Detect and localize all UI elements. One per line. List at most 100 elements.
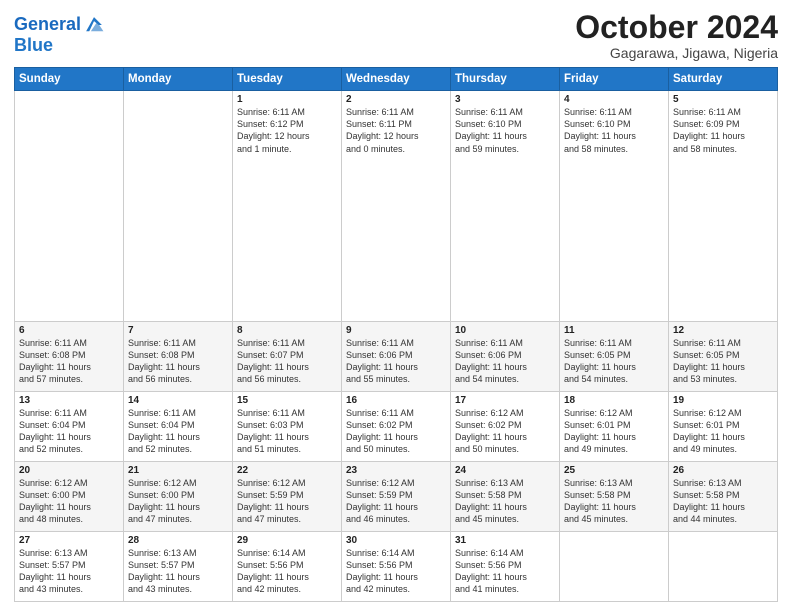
- day-number: 14: [128, 395, 228, 406]
- day-cell: 2Sunrise: 6:11 AM Sunset: 6:11 PM Daylig…: [342, 91, 451, 322]
- day-cell: 15Sunrise: 6:11 AM Sunset: 6:03 PM Dayli…: [233, 392, 342, 462]
- week-row-4: 20Sunrise: 6:12 AM Sunset: 6:00 PM Dayli…: [15, 462, 778, 532]
- day-number: 17: [455, 395, 555, 406]
- week-row-5: 27Sunrise: 6:13 AM Sunset: 5:57 PM Dayli…: [15, 532, 778, 602]
- day-number: 16: [346, 395, 446, 406]
- day-number: 5: [673, 94, 773, 105]
- day-cell: 20Sunrise: 6:12 AM Sunset: 6:00 PM Dayli…: [15, 462, 124, 532]
- day-number: 28: [128, 535, 228, 546]
- day-cell: 23Sunrise: 6:12 AM Sunset: 5:59 PM Dayli…: [342, 462, 451, 532]
- day-number: 18: [564, 395, 664, 406]
- day-cell: [560, 532, 669, 602]
- day-cell: 22Sunrise: 6:12 AM Sunset: 5:59 PM Dayli…: [233, 462, 342, 532]
- week-row-2: 6Sunrise: 6:11 AM Sunset: 6:08 PM Daylig…: [15, 322, 778, 392]
- day-number: 27: [19, 535, 119, 546]
- logo-blue-text: Blue: [14, 36, 105, 54]
- logo-icon: [83, 14, 105, 36]
- day-number: 9: [346, 325, 446, 336]
- logo: General Blue: [14, 14, 105, 54]
- day-info: Sunrise: 6:12 AM Sunset: 6:00 PM Dayligh…: [19, 477, 119, 526]
- day-cell: 17Sunrise: 6:12 AM Sunset: 6:02 PM Dayli…: [451, 392, 560, 462]
- day-number: 25: [564, 465, 664, 476]
- day-number: 2: [346, 94, 446, 105]
- day-number: 19: [673, 395, 773, 406]
- header: General Blue October 2024 Gagarawa, Jiga…: [14, 10, 778, 61]
- day-number: 15: [237, 395, 337, 406]
- day-number: 1: [237, 94, 337, 105]
- day-cell: 13Sunrise: 6:11 AM Sunset: 6:04 PM Dayli…: [15, 392, 124, 462]
- day-info: Sunrise: 6:14 AM Sunset: 5:56 PM Dayligh…: [346, 547, 446, 596]
- day-number: 11: [564, 325, 664, 336]
- day-info: Sunrise: 6:11 AM Sunset: 6:09 PM Dayligh…: [673, 106, 773, 155]
- day-cell: 12Sunrise: 6:11 AM Sunset: 6:05 PM Dayli…: [669, 322, 778, 392]
- day-cell: 14Sunrise: 6:11 AM Sunset: 6:04 PM Dayli…: [124, 392, 233, 462]
- day-info: Sunrise: 6:11 AM Sunset: 6:04 PM Dayligh…: [19, 407, 119, 456]
- day-info: Sunrise: 6:13 AM Sunset: 5:58 PM Dayligh…: [564, 477, 664, 526]
- day-info: Sunrise: 6:11 AM Sunset: 6:06 PM Dayligh…: [455, 337, 555, 386]
- day-info: Sunrise: 6:11 AM Sunset: 6:05 PM Dayligh…: [564, 337, 664, 386]
- day-info: Sunrise: 6:11 AM Sunset: 6:11 PM Dayligh…: [346, 106, 446, 155]
- weekday-header-wednesday: Wednesday: [342, 68, 451, 91]
- day-info: Sunrise: 6:12 AM Sunset: 6:01 PM Dayligh…: [564, 407, 664, 456]
- day-cell: 11Sunrise: 6:11 AM Sunset: 6:05 PM Dayli…: [560, 322, 669, 392]
- location-subtitle: Gagarawa, Jigawa, Nigeria: [575, 45, 778, 61]
- day-number: 3: [455, 94, 555, 105]
- weekday-header-thursday: Thursday: [451, 68, 560, 91]
- week-row-1: 1Sunrise: 6:11 AM Sunset: 6:12 PM Daylig…: [15, 91, 778, 322]
- day-info: Sunrise: 6:12 AM Sunset: 5:59 PM Dayligh…: [237, 477, 337, 526]
- weekday-header-row: SundayMondayTuesdayWednesdayThursdayFrid…: [15, 68, 778, 91]
- day-info: Sunrise: 6:13 AM Sunset: 5:57 PM Dayligh…: [19, 547, 119, 596]
- day-info: Sunrise: 6:14 AM Sunset: 5:56 PM Dayligh…: [237, 547, 337, 596]
- day-cell: 16Sunrise: 6:11 AM Sunset: 6:02 PM Dayli…: [342, 392, 451, 462]
- day-cell: 28Sunrise: 6:13 AM Sunset: 5:57 PM Dayli…: [124, 532, 233, 602]
- day-number: 24: [455, 465, 555, 476]
- day-info: Sunrise: 6:11 AM Sunset: 6:06 PM Dayligh…: [346, 337, 446, 386]
- day-cell: 4Sunrise: 6:11 AM Sunset: 6:10 PM Daylig…: [560, 91, 669, 322]
- day-cell: 27Sunrise: 6:13 AM Sunset: 5:57 PM Dayli…: [15, 532, 124, 602]
- page: General Blue October 2024 Gagarawa, Jiga…: [0, 0, 792, 612]
- day-number: 20: [19, 465, 119, 476]
- day-info: Sunrise: 6:11 AM Sunset: 6:12 PM Dayligh…: [237, 106, 337, 155]
- day-cell: 3Sunrise: 6:11 AM Sunset: 6:10 PM Daylig…: [451, 91, 560, 322]
- logo-text: General: [14, 15, 81, 35]
- day-number: 22: [237, 465, 337, 476]
- day-cell: [669, 532, 778, 602]
- weekday-header-monday: Monday: [124, 68, 233, 91]
- day-info: Sunrise: 6:11 AM Sunset: 6:10 PM Dayligh…: [455, 106, 555, 155]
- calendar: SundayMondayTuesdayWednesdayThursdayFrid…: [14, 67, 778, 602]
- month-title: October 2024: [575, 10, 778, 45]
- day-cell: 1Sunrise: 6:11 AM Sunset: 6:12 PM Daylig…: [233, 91, 342, 322]
- day-cell: 26Sunrise: 6:13 AM Sunset: 5:58 PM Dayli…: [669, 462, 778, 532]
- day-info: Sunrise: 6:12 AM Sunset: 6:01 PM Dayligh…: [673, 407, 773, 456]
- week-row-3: 13Sunrise: 6:11 AM Sunset: 6:04 PM Dayli…: [15, 392, 778, 462]
- day-info: Sunrise: 6:13 AM Sunset: 5:58 PM Dayligh…: [673, 477, 773, 526]
- day-number: 7: [128, 325, 228, 336]
- day-cell: 29Sunrise: 6:14 AM Sunset: 5:56 PM Dayli…: [233, 532, 342, 602]
- day-number: 4: [564, 94, 664, 105]
- day-cell: 19Sunrise: 6:12 AM Sunset: 6:01 PM Dayli…: [669, 392, 778, 462]
- day-cell: 25Sunrise: 6:13 AM Sunset: 5:58 PM Dayli…: [560, 462, 669, 532]
- day-info: Sunrise: 6:12 AM Sunset: 6:00 PM Dayligh…: [128, 477, 228, 526]
- weekday-header-tuesday: Tuesday: [233, 68, 342, 91]
- day-cell: 18Sunrise: 6:12 AM Sunset: 6:01 PM Dayli…: [560, 392, 669, 462]
- day-cell: 5Sunrise: 6:11 AM Sunset: 6:09 PM Daylig…: [669, 91, 778, 322]
- day-number: 21: [128, 465, 228, 476]
- day-info: Sunrise: 6:11 AM Sunset: 6:03 PM Dayligh…: [237, 407, 337, 456]
- title-block: October 2024 Gagarawa, Jigawa, Nigeria: [575, 10, 778, 61]
- day-cell: 24Sunrise: 6:13 AM Sunset: 5:58 PM Dayli…: [451, 462, 560, 532]
- day-info: Sunrise: 6:11 AM Sunset: 6:07 PM Dayligh…: [237, 337, 337, 386]
- day-number: 31: [455, 535, 555, 546]
- day-number: 12: [673, 325, 773, 336]
- day-info: Sunrise: 6:11 AM Sunset: 6:04 PM Dayligh…: [128, 407, 228, 456]
- day-cell: [15, 91, 124, 322]
- weekday-header-sunday: Sunday: [15, 68, 124, 91]
- day-cell: 31Sunrise: 6:14 AM Sunset: 5:56 PM Dayli…: [451, 532, 560, 602]
- day-info: Sunrise: 6:11 AM Sunset: 6:08 PM Dayligh…: [19, 337, 119, 386]
- weekday-header-saturday: Saturday: [669, 68, 778, 91]
- day-cell: 8Sunrise: 6:11 AM Sunset: 6:07 PM Daylig…: [233, 322, 342, 392]
- day-info: Sunrise: 6:13 AM Sunset: 5:57 PM Dayligh…: [128, 547, 228, 596]
- day-info: Sunrise: 6:12 AM Sunset: 5:59 PM Dayligh…: [346, 477, 446, 526]
- day-info: Sunrise: 6:11 AM Sunset: 6:05 PM Dayligh…: [673, 337, 773, 386]
- day-info: Sunrise: 6:11 AM Sunset: 6:08 PM Dayligh…: [128, 337, 228, 386]
- day-cell: 7Sunrise: 6:11 AM Sunset: 6:08 PM Daylig…: [124, 322, 233, 392]
